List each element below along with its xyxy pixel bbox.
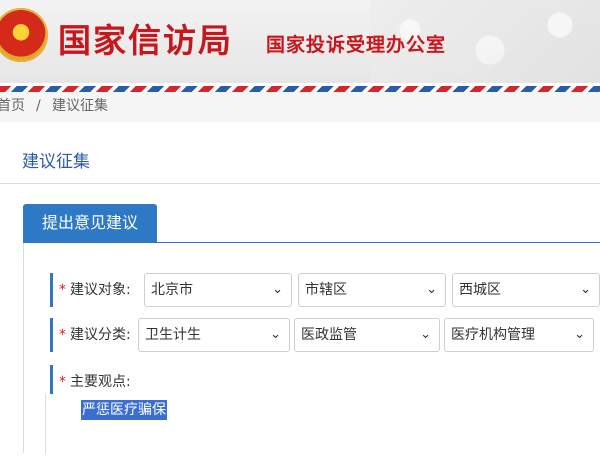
- chevron-down-icon: ⌄: [580, 282, 591, 297]
- target-city-select[interactable]: 市辖区 ⌄: [298, 273, 446, 307]
- chevron-down-icon: ⌄: [426, 282, 437, 297]
- header-banner: 国家信访局 国家投诉受理办公室: [0, 0, 600, 83]
- category-level2-value: 医政监管: [301, 327, 357, 343]
- category-label: * 建议分类:: [50, 318, 149, 352]
- target-district-value: 西城区: [459, 282, 501, 298]
- viewpoint-label-text: 主要观点:: [70, 374, 131, 390]
- viewpoint-selected-text: 严惩医疗骗保: [81, 400, 167, 420]
- target-district-select[interactable]: 西城区 ⌄: [452, 273, 600, 307]
- chevron-down-icon: ⌄: [272, 282, 283, 297]
- required-star: *: [59, 327, 66, 343]
- category-level3-select[interactable]: 医疗机构管理 ⌄: [444, 318, 594, 352]
- breadcrumb: 首页 / 建议征集: [0, 92, 600, 122]
- target-province-value: 北京市: [151, 282, 193, 298]
- chevron-down-icon: ⌄: [574, 327, 585, 342]
- breadcrumb-home-link[interactable]: 首页: [0, 92, 25, 120]
- target-province-select[interactable]: 北京市 ⌄: [144, 273, 292, 307]
- panel-divider: [0, 183, 600, 184]
- required-star: *: [59, 374, 66, 390]
- tab-submit-suggestion[interactable]: 提出意见建议: [23, 204, 157, 242]
- target-label: * 建议对象:: [50, 273, 149, 307]
- category-level1-value: 卫生计生: [145, 327, 201, 343]
- category-level3-value: 医疗机构管理: [451, 327, 535, 343]
- target-city-value: 市辖区: [305, 282, 347, 298]
- target-label-text: 建议对象:: [70, 282, 131, 298]
- page-title: 建议征集: [22, 152, 90, 172]
- chevron-down-icon: ⌄: [420, 327, 431, 342]
- national-emblem-icon: [0, 8, 48, 62]
- required-star: *: [59, 282, 66, 298]
- breadcrumb-current: 建议征集: [52, 98, 108, 114]
- content-panel: 建议征集 提出意见建议 * 建议对象: 北京市 ⌄ 市辖区 ⌄ 西城区 ⌄ * 建议…: [0, 136, 600, 456]
- viewpoint-textarea[interactable]: 严惩医疗骗保: [45, 394, 600, 454]
- category-level2-select[interactable]: 医政监管 ⌄: [294, 318, 440, 352]
- category-label-text: 建议分类:: [70, 327, 131, 343]
- chevron-down-icon: ⌄: [270, 327, 281, 342]
- breadcrumb-separator: /: [36, 98, 41, 114]
- site-subtitle: 国家投诉受理办公室: [266, 34, 447, 56]
- category-level1-select[interactable]: 卫生计生 ⌄: [138, 318, 290, 352]
- site-title: 国家信访局: [58, 21, 233, 60]
